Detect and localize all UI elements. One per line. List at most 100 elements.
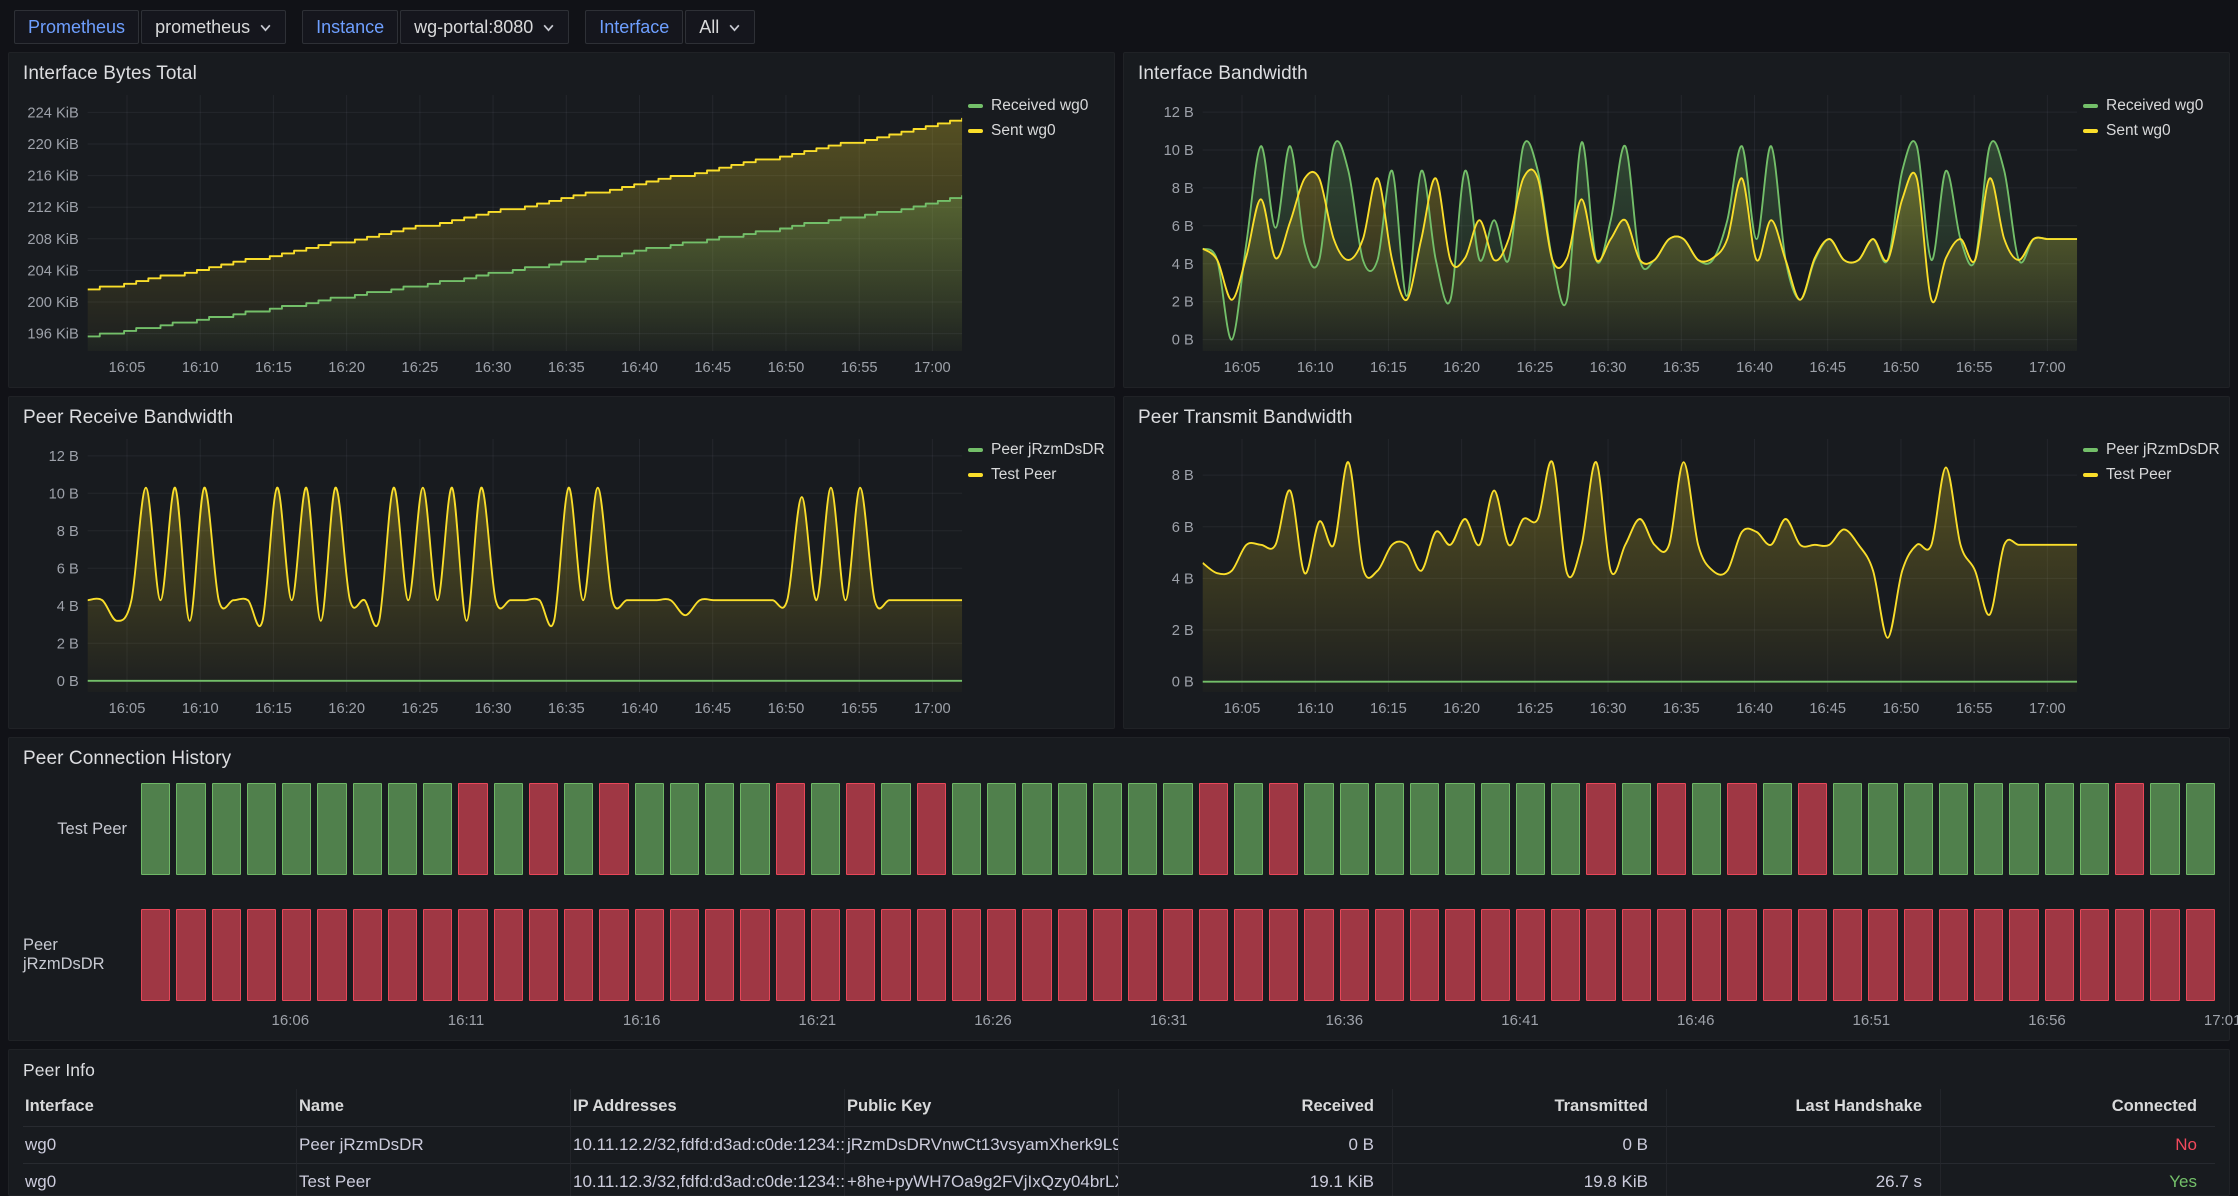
svg-text:16:45: 16:45 — [1809, 701, 1846, 717]
column-header-last-handshake[interactable]: Last Handshake — [1667, 1089, 1941, 1126]
svg-text:16:40: 16:40 — [621, 701, 658, 717]
table-cell: wg0 — [23, 1126, 297, 1163]
state-bar-connected — [1234, 783, 1263, 875]
chart-legend: Received wg0 Sent wg0 — [968, 87, 1100, 379]
svg-text:196 KiB: 196 KiB — [27, 326, 78, 342]
panel-title[interactable]: Peer Info — [23, 1060, 2215, 1081]
svg-text:16:05: 16:05 — [109, 360, 146, 376]
state-bar-disconnected — [2080, 909, 2109, 1001]
state-bar-connected — [2080, 783, 2109, 875]
svg-text:16:30: 16:30 — [1590, 701, 1627, 717]
series-color-dash — [2083, 448, 2098, 453]
state-bar-connected — [1445, 783, 1474, 875]
state-bar-connected — [952, 783, 981, 875]
state-bar-disconnected — [1657, 909, 1686, 1001]
chevron-down-icon — [542, 21, 555, 34]
panel-title[interactable]: Peer Transmit Bandwidth — [1138, 407, 2215, 429]
svg-text:17:00: 17:00 — [2029, 360, 2066, 376]
timeline-bars — [141, 783, 2215, 875]
timeline-x-tick: 16:51 — [1853, 1012, 1891, 1029]
state-bar-connected — [141, 783, 170, 875]
state-bar-connected — [1058, 783, 1087, 875]
chevron-down-icon — [728, 21, 741, 34]
svg-text:16:40: 16:40 — [1736, 360, 1773, 376]
svg-text:16:55: 16:55 — [841, 701, 878, 717]
state-bar-disconnected — [1586, 909, 1615, 1001]
svg-text:10 B: 10 B — [49, 486, 79, 502]
state-bar-disconnected — [1199, 783, 1228, 875]
panel-peer-info: Peer Info InterfaceNameIP AddressesPubli… — [8, 1049, 2230, 1196]
legend-item[interactable]: Test Peer — [2083, 466, 2215, 484]
column-header-connected[interactable]: Connected — [1941, 1089, 2215, 1126]
variable-select-interface[interactable]: All — [685, 10, 755, 44]
state-bar-disconnected — [1551, 909, 1580, 1001]
state-bar-connected — [2150, 783, 2179, 875]
svg-text:2 B: 2 B — [1172, 623, 1194, 639]
state-bar-disconnected — [1163, 909, 1192, 1001]
column-header-ip-addresses[interactable]: IP Addresses — [571, 1089, 845, 1126]
table-cell: jRzmDsDRVnwCt13vsyamXherk9L9RhR — [845, 1126, 1119, 1163]
state-bar-disconnected — [529, 783, 558, 875]
svg-text:17:00: 17:00 — [914, 701, 951, 717]
legend-item[interactable]: Sent wg0 — [968, 122, 1100, 140]
svg-text:16:10: 16:10 — [182, 360, 219, 376]
state-bar-connected — [987, 783, 1016, 875]
svg-text:16:45: 16:45 — [694, 360, 731, 376]
timeseries-chart: 196 KiB200 KiB204 KiB208 KiB212 KiB216 K… — [23, 87, 968, 379]
legend-item[interactable]: Received wg0 — [2083, 97, 2215, 115]
column-header-name[interactable]: Name — [297, 1089, 571, 1126]
legend-item[interactable]: Sent wg0 — [2083, 122, 2215, 140]
column-header-transmitted[interactable]: Transmitted — [1393, 1089, 1667, 1126]
svg-text:16:50: 16:50 — [768, 701, 805, 717]
svg-text:10 B: 10 B — [1164, 143, 1194, 159]
state-bar-connected — [317, 783, 346, 875]
variable-select-prometheus[interactable]: prometheus — [141, 10, 286, 44]
svg-text:17:00: 17:00 — [2029, 701, 2066, 717]
panel-title[interactable]: Peer Connection History — [23, 748, 2215, 770]
svg-text:204 KiB: 204 KiB — [27, 263, 78, 279]
state-bar-disconnected — [846, 783, 875, 875]
state-bar-disconnected — [1445, 909, 1474, 1001]
panel-peer-transmit-bandwidth: Peer Transmit Bandwidth 0 B2 B4 B6 B8 B1… — [1123, 396, 2230, 729]
svg-text:16:35: 16:35 — [548, 701, 585, 717]
svg-text:16:30: 16:30 — [1590, 360, 1627, 376]
state-bar-disconnected — [1622, 909, 1651, 1001]
state-bar-connected — [388, 783, 417, 875]
state-bar-disconnected — [1340, 909, 1369, 1001]
state-bar-disconnected — [1939, 909, 1968, 1001]
state-bar-disconnected — [1798, 909, 1827, 1001]
state-bar-connected — [811, 783, 840, 875]
column-header-public-key[interactable]: Public Key — [845, 1089, 1119, 1126]
svg-text:16:45: 16:45 — [694, 701, 731, 717]
svg-text:16:50: 16:50 — [1883, 360, 1920, 376]
state-bar-disconnected — [1974, 909, 2003, 1001]
svg-text:16:50: 16:50 — [1883, 701, 1920, 717]
svg-text:4 B: 4 B — [1172, 257, 1194, 273]
variable-select-instance[interactable]: wg-portal:8080 — [400, 10, 569, 44]
timeseries-chart: 0 B2 B4 B6 B8 B10 B12 B16:0516:1016:1516… — [23, 431, 968, 720]
timeline-x-tick: 16:26 — [974, 1012, 1012, 1029]
state-bar-connected — [1516, 783, 1545, 875]
chevron-down-icon — [259, 21, 272, 34]
state-bar-connected — [1375, 783, 1404, 875]
column-header-received[interactable]: Received — [1119, 1089, 1393, 1126]
column-header-interface[interactable]: Interface — [23, 1089, 297, 1126]
table-cell: 10.11.12.3/32,fdfd:d3ad:c0de:1234::2/128 — [571, 1163, 845, 1196]
panel-title[interactable]: Interface Bytes Total — [23, 63, 1100, 85]
svg-text:8 B: 8 B — [57, 524, 79, 540]
legend-item[interactable]: Received wg0 — [968, 97, 1100, 115]
legend-item[interactable]: Peer jRzmDsDR — [2083, 441, 2215, 459]
state-bar-disconnected — [705, 909, 734, 1001]
state-bar-disconnected — [1022, 909, 1051, 1001]
table-cell: No — [1941, 1126, 2215, 1163]
series-color-dash — [2083, 473, 2098, 478]
panel-title[interactable]: Peer Receive Bandwidth — [23, 407, 1100, 429]
state-bar-connected — [282, 783, 311, 875]
svg-text:16:35: 16:35 — [1663, 360, 1700, 376]
svg-text:6 B: 6 B — [1172, 520, 1194, 536]
state-bar-disconnected — [529, 909, 558, 1001]
panel-title[interactable]: Interface Bandwidth — [1138, 63, 2215, 85]
legend-item[interactable]: Peer jRzmDsDR — [968, 441, 1100, 459]
legend-item[interactable]: Test Peer — [968, 466, 1100, 484]
state-bar-connected — [1163, 783, 1192, 875]
